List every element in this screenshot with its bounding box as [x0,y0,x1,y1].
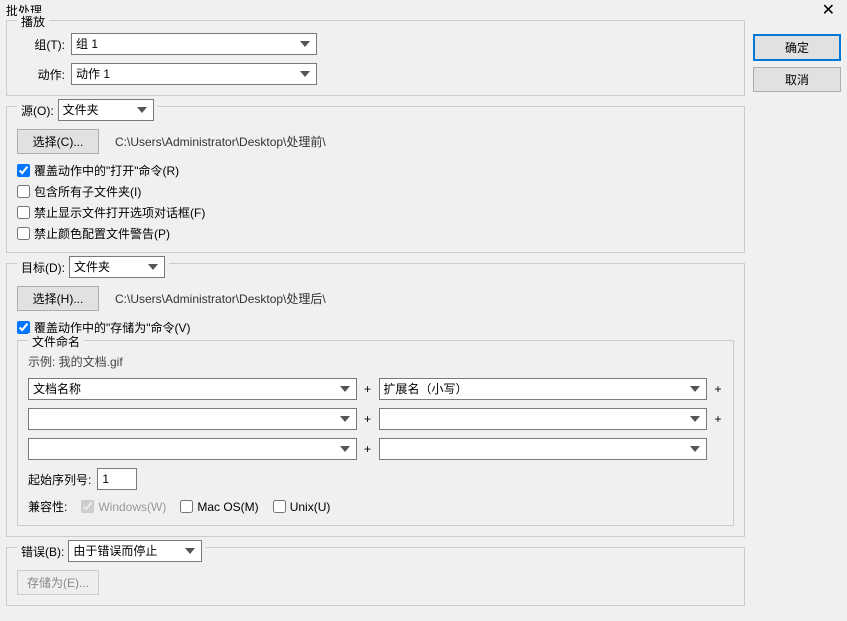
source-choose-button[interactable]: 选择(C)... [17,129,99,154]
compat-mac-label: Mac OS(M) [197,500,258,514]
errors-select[interactable]: 由于错误而停止 [68,540,202,562]
destination-type-select[interactable]: 文件夹 [69,256,165,278]
source-type-select[interactable]: 文件夹 [58,99,154,121]
action-select[interactable]: 动作 1 [71,63,317,85]
naming-example-label: 示例: [28,355,59,369]
naming-slot-3a[interactable] [28,438,357,460]
errors-save-as-button: 存储为(E)... [17,570,99,595]
serial-input[interactable] [97,468,137,490]
compat-mac-checkbox[interactable] [180,500,193,513]
override-open-checkbox[interactable] [17,164,30,177]
include-subfolders-label: 包含所有子文件夹(I) [34,183,141,200]
errors-fieldset: 错误(B): 由于错误而停止 存储为(E)... [6,547,745,606]
destination-choose-button[interactable]: 选择(H)... [17,286,99,311]
serial-label: 起始序列号: [28,471,91,488]
plus-icon: + [713,382,723,396]
suppress-color-warnings-label: 禁止颜色配置文件警告(P) [34,225,170,242]
source-path: C:\Users\Administrator\Desktop\处理前\ [115,133,326,150]
errors-legend: 错误(B): [21,543,64,560]
destination-fieldset: 目标(D): 文件夹 选择(H)... C:\Users\Administrat… [6,263,745,537]
suppress-color-warnings-checkbox[interactable] [17,227,30,240]
compat-windows-checkbox [81,500,94,513]
plus-icon: + [363,412,373,426]
destination-path: C:\Users\Administrator\Desktop\处理后\ [115,290,326,307]
naming-slot-2b[interactable] [379,408,708,430]
destination-legend: 目标(D): [21,259,65,276]
include-subfolders-checkbox[interactable] [17,185,30,198]
override-open-label: 覆盖动作中的"打开"命令(R) [34,162,179,179]
naming-slot-1b[interactable]: 扩展名（小写） [379,378,708,400]
play-fieldset: 播放 组(T): 组 1 动作: 动作 1 [6,20,745,96]
plus-icon: + [363,442,373,456]
action-label: 动作: [17,66,65,83]
play-legend: 播放 [17,13,49,30]
plus-icon: + [713,412,723,426]
naming-slot-3b[interactable] [379,438,708,460]
plus-icon: + [363,382,373,396]
group-select[interactable]: 组 1 [71,33,317,55]
suppress-open-options-checkbox[interactable] [17,206,30,219]
cancel-button[interactable]: 取消 [753,67,841,92]
naming-example-value: 我的文档.gif [59,355,123,369]
suppress-open-options-label: 禁止显示文件打开选项对话框(F) [34,204,205,221]
compat-unix-label: Unix(U) [290,500,331,514]
group-label: 组(T): [17,36,65,53]
compat-unix-checkbox[interactable] [273,500,286,513]
ok-button[interactable]: 确定 [753,34,841,61]
close-icon[interactable]: ✕ [816,0,841,20]
naming-legend: 文件命名 [28,333,84,350]
naming-fieldset: 文件命名 示例: 我的文档.gif 文档名称 + 扩展名（小写） + + + [17,340,734,526]
source-fieldset: 源(O): 文件夹 选择(C)... C:\Users\Administrato… [6,106,745,253]
compat-windows-label: Windows(W) [98,500,166,514]
naming-slot-1a[interactable]: 文档名称 [28,378,357,400]
naming-slot-2a[interactable] [28,408,357,430]
compat-label: 兼容性: [28,498,67,515]
source-legend: 源(O): [21,102,54,119]
